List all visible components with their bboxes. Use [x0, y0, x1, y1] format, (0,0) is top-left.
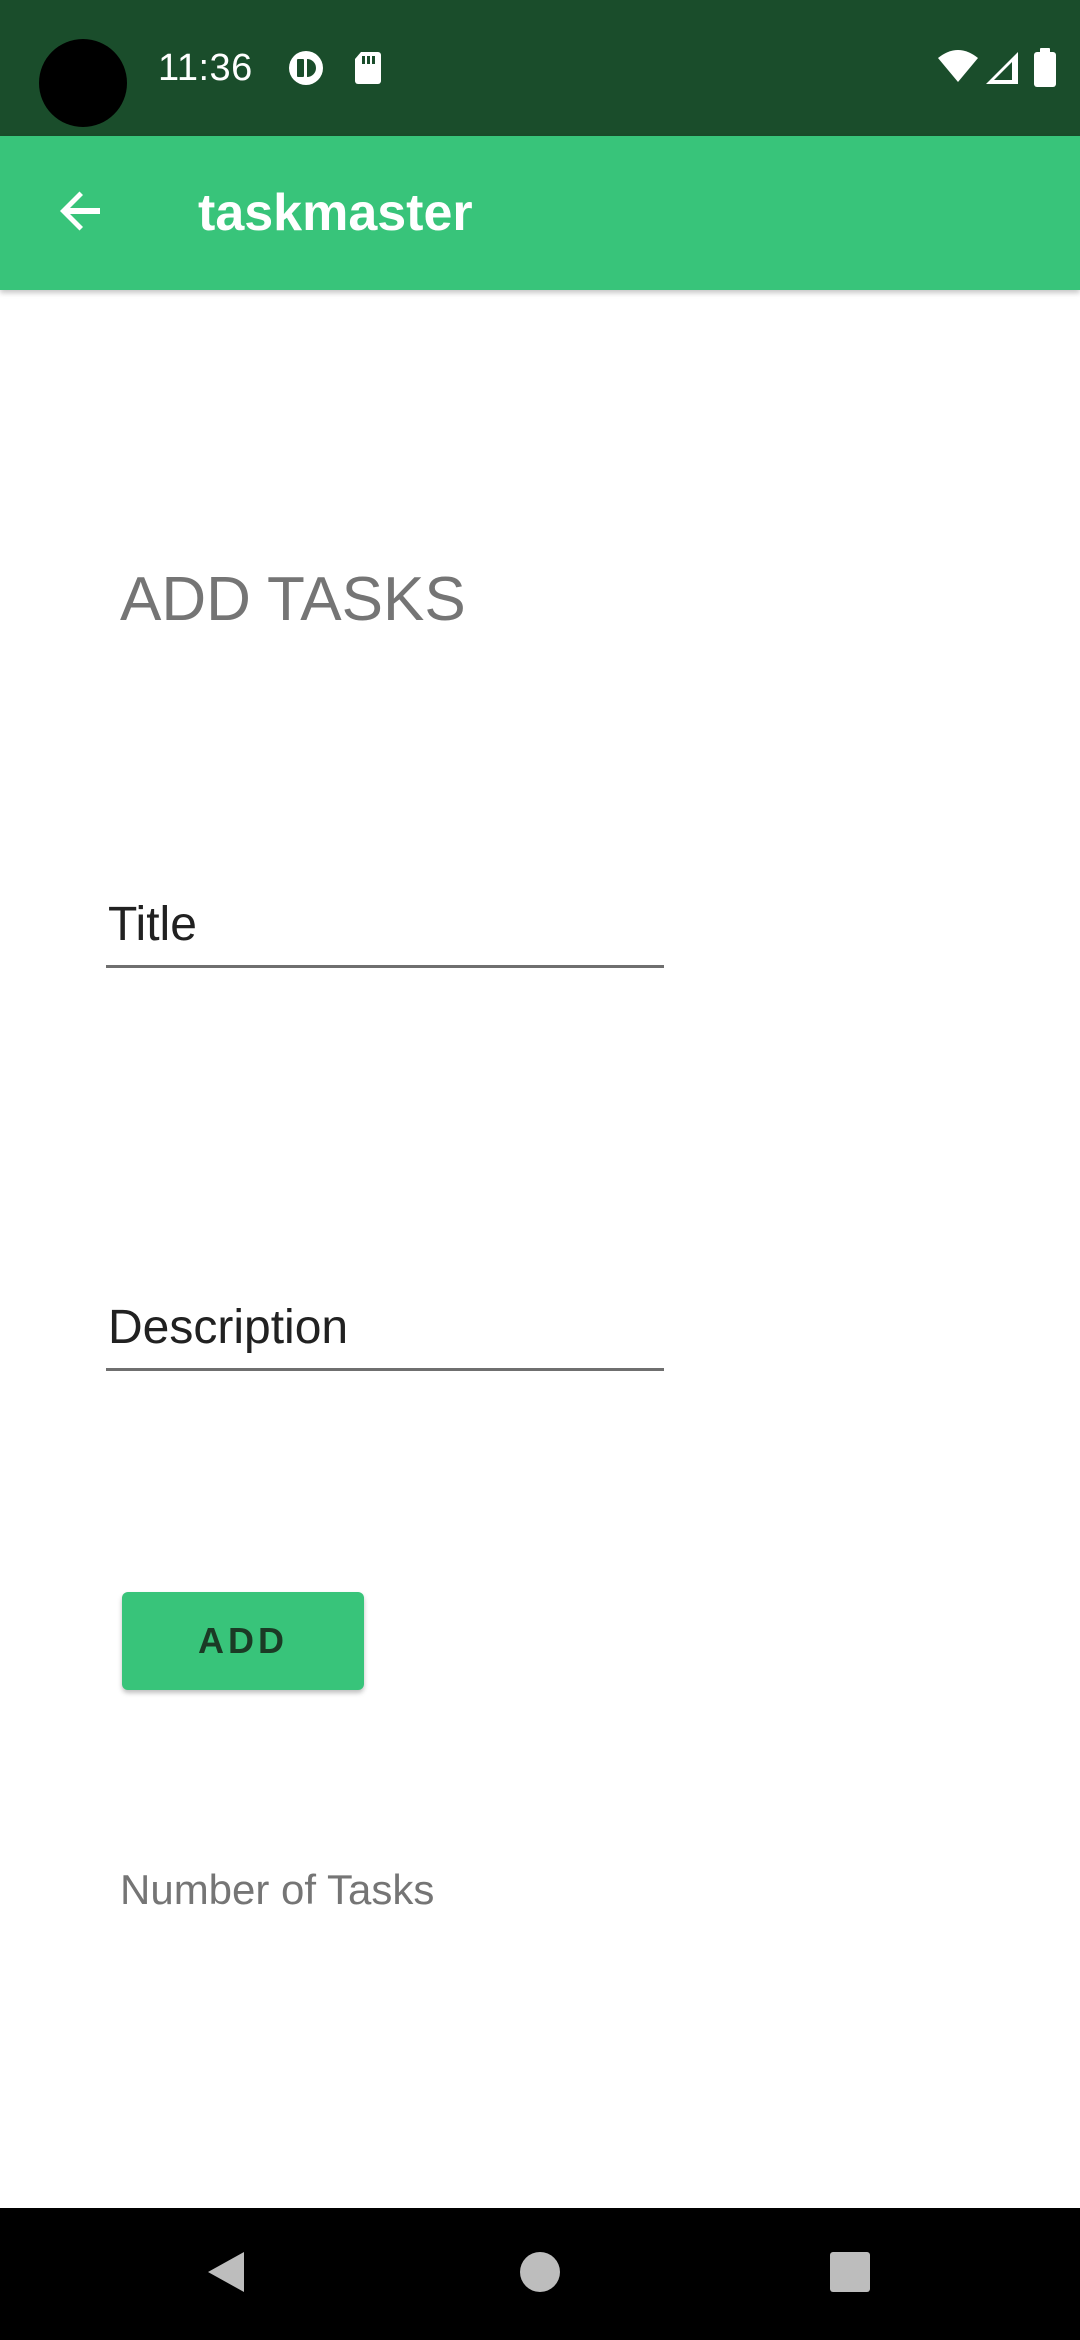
- battery-icon: [1032, 48, 1058, 88]
- data-saver-icon: [286, 48, 326, 88]
- task-count-label: Number of Tasks: [120, 1866, 435, 1913]
- status-bar: 11:36: [0, 0, 1080, 136]
- title-input[interactable]: [106, 884, 664, 968]
- status-time: 11:36: [158, 47, 253, 89]
- sd-card-icon: [348, 48, 388, 88]
- nav-recents-button[interactable]: [808, 2232, 892, 2316]
- camera-cutout: [39, 39, 127, 127]
- nav-back-icon: [204, 2248, 248, 2301]
- arrow-back-icon: [56, 186, 106, 241]
- app-bar: taskmaster: [0, 136, 1080, 290]
- add-task-button[interactable]: ADD: [122, 1592, 364, 1690]
- nav-home-icon: [518, 2250, 562, 2299]
- back-button[interactable]: [38, 170, 124, 256]
- add-task-screen: 11:36 taskmaster ADD TASKS Title Descrip…: [0, 0, 1080, 2340]
- app-title: taskmaster: [198, 184, 473, 242]
- nav-recents-icon: [828, 2250, 872, 2299]
- cellular-signal-icon: [982, 48, 1022, 88]
- wifi-icon: [936, 48, 980, 88]
- nav-back-button[interactable]: [184, 2232, 268, 2316]
- system-navigation-bar: [0, 2208, 1080, 2340]
- nav-home-button[interactable]: [498, 2232, 582, 2316]
- page-heading: ADD TASKS: [120, 565, 466, 634]
- description-input[interactable]: [106, 1287, 664, 1371]
